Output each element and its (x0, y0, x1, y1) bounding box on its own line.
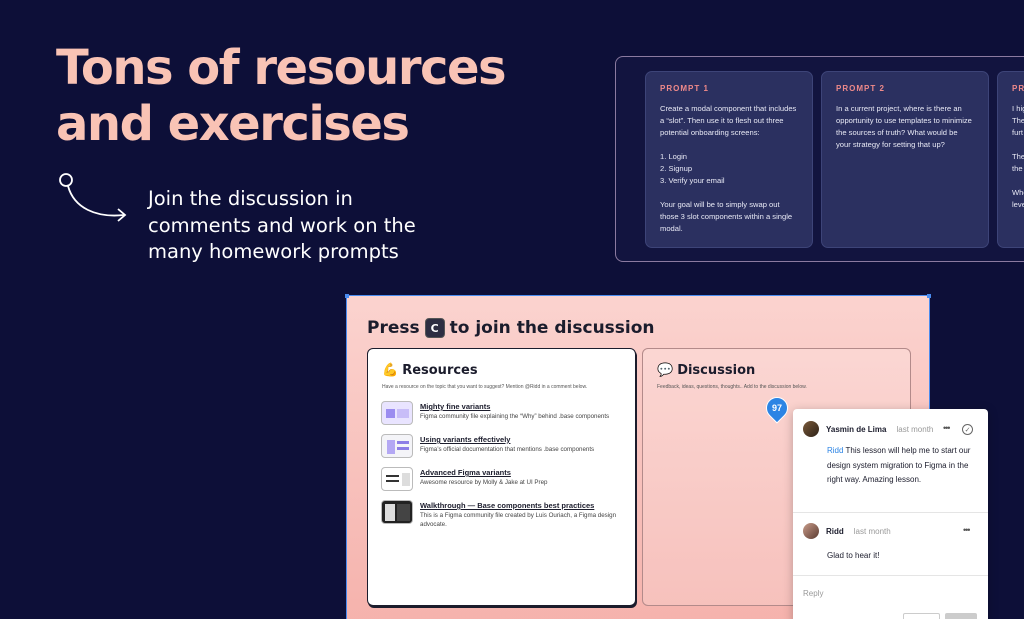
divider (793, 512, 988, 513)
prompt-card-3[interactable]: PROMPT I hig They furt The the Whe leve (997, 71, 1024, 248)
more-options-icon[interactable]: ••• (943, 423, 951, 433)
resource-thumbnail-icon (381, 500, 413, 524)
comment-time: last month (896, 424, 934, 434)
board-title-prefix: Press (367, 318, 420, 338)
avatar (803, 421, 819, 437)
resource-item[interactable]: Using variants effectively Figma’s offic… (381, 434, 625, 458)
comment-header: Ridd last month (803, 523, 891, 539)
post-button[interactable] (945, 613, 977, 619)
comment-text: Glad to hear it! (827, 551, 880, 560)
resource-description: This is a Figma community file created b… (420, 512, 617, 528)
comment-thread-popover: Yasmin de Lima last month ••• ✓ Ridd Thi… (793, 409, 988, 619)
resource-description: Figma’s official documentation that ment… (420, 446, 595, 453)
resource-thumbnail-icon (381, 434, 413, 458)
headline: Tons of resources and exercises (56, 40, 507, 152)
resource-item[interactable]: Walkthrough — Base components best pract… (381, 500, 625, 529)
comment-author: Yasmin de Lima (826, 424, 887, 434)
prompt-card-1[interactable]: PROMPT 1 Create a modal component that i… (645, 71, 813, 248)
prompt-body: Create a modal component that includes a… (660, 104, 797, 233)
prompt-card-2[interactable]: PROMPT 2 In a current project, where is … (821, 71, 989, 248)
resource-thumbnail-icon (381, 401, 413, 425)
resource-link[interactable]: Walkthrough — Base components best pract… (420, 501, 625, 510)
curved-arrow-icon (59, 173, 127, 222)
prompt-title: PROMPT (1012, 84, 1024, 93)
discussion-subtitle: Feedback, ideas, questions, thoughts.. A… (657, 384, 807, 390)
comment-body: Glad to hear it! (827, 549, 977, 564)
prompt-body: I hig They furt The the Whe leve (1012, 104, 1024, 209)
selection-handle[interactable] (345, 294, 349, 298)
subhead-line: Join the discussion in (148, 187, 353, 210)
subheadline: Join the discussion in comments and work… (148, 186, 428, 266)
comment-author: Ridd (826, 526, 844, 536)
reply-input[interactable]: Reply (803, 589, 823, 598)
resource-description: Figma community file explaining the “Why… (420, 413, 610, 420)
comment-body: Ridd This lesson will help me to start o… (827, 444, 977, 488)
prompts-carousel[interactable]: PROMPT 1 Create a modal component that i… (615, 56, 1024, 262)
board-title-suffix: to join the discussion (449, 318, 655, 338)
speech-bubble-icon: 💬 (657, 363, 674, 378)
comment-time: last month (853, 526, 891, 536)
resource-link[interactable]: Advanced Figma variants (420, 468, 625, 477)
board-title: Press C to join the discussion (367, 318, 655, 338)
resources-heading: Resources (402, 363, 478, 378)
comment-pin-count[interactable]: 97 (766, 397, 788, 419)
comment-text: This lesson will help me to start our de… (827, 446, 971, 484)
resolve-check-icon[interactable]: ✓ (962, 424, 973, 435)
resources-panel: 💪 Resources Have a resource on the topic… (367, 348, 636, 606)
resources-subtitle: Have a resource on the topic that you wa… (382, 384, 588, 390)
selection-handle[interactable] (927, 294, 931, 298)
discussion-heading: Discussion (677, 363, 756, 378)
divider (793, 575, 988, 576)
headline-line-1: Tons of resources (56, 40, 507, 96)
cancel-button[interactable] (903, 613, 940, 619)
discussion-title: 💬 Discussion (657, 363, 755, 378)
prompt-title: PROMPT 1 (660, 84, 709, 93)
resource-link[interactable]: Using variants effectively (420, 435, 625, 444)
prompt-title: PROMPT 2 (836, 84, 885, 93)
prompt-body: In a current project, where is there an … (836, 104, 972, 149)
resource-item[interactable]: Mighty fine variants Figma community fil… (381, 401, 625, 425)
resource-link[interactable]: Mighty fine variants (420, 402, 625, 411)
comment-header: Yasmin de Lima last month (803, 421, 933, 437)
resource-thumbnail-icon (381, 467, 413, 491)
resources-title: 💪 Resources (382, 363, 478, 378)
subhead-line: comments and work on the (148, 213, 416, 237)
avatar (803, 523, 819, 539)
resource-item[interactable]: Advanced Figma variants Awesome resource… (381, 467, 625, 491)
more-options-icon[interactable]: ••• (963, 525, 971, 535)
mention[interactable]: Ridd (827, 446, 843, 455)
keyboard-key-c: C (424, 318, 445, 338)
flexed-biceps-icon: 💪 (382, 363, 399, 378)
resource-description: Awesome resource by Molly & Jake at UI P… (420, 479, 548, 486)
subhead-line: many homework prompts (148, 240, 399, 263)
headline-line-2: and exercises (56, 96, 410, 152)
